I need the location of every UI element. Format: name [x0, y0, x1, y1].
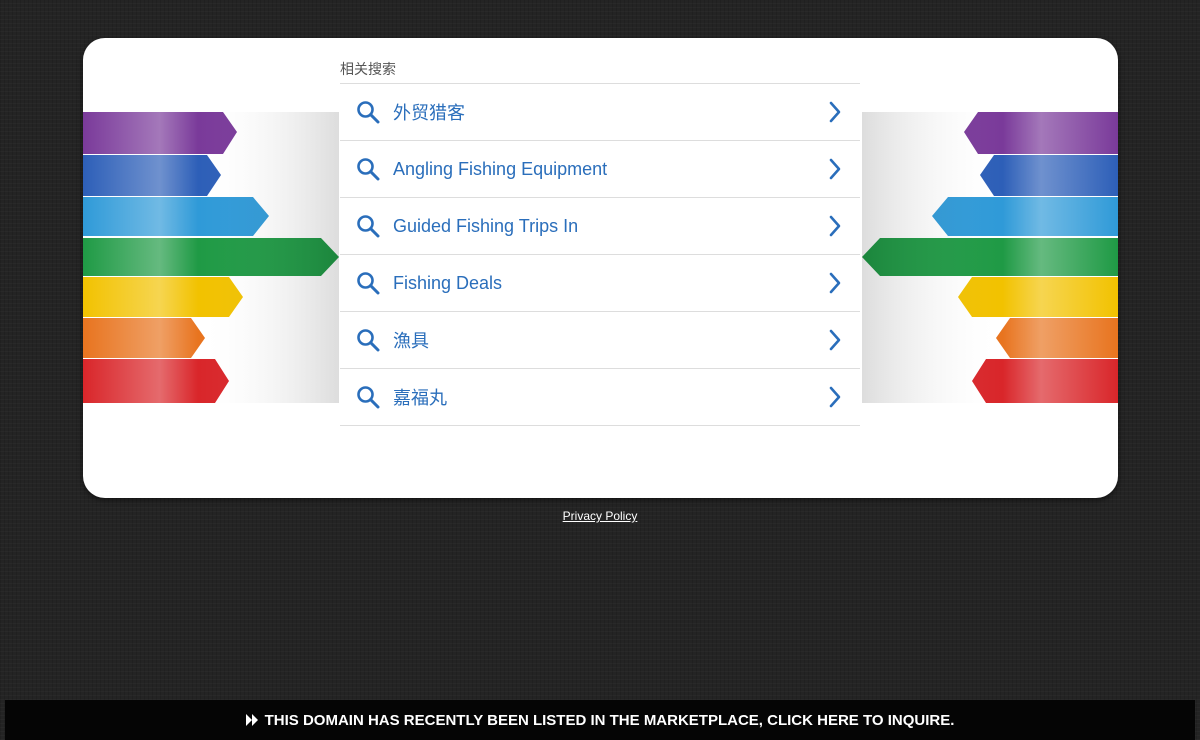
search-card: 相关搜索 外贸猎客 Angling Fishing Equipment Guided…	[83, 38, 1118, 498]
privacy-area: Privacy Policy	[0, 507, 1200, 525]
chevron-right-icon	[829, 158, 841, 180]
result-list: 外贸猎客 Angling Fishing Equipment Guided Fish…	[340, 84, 860, 426]
left-ribbons-graphic	[83, 112, 339, 403]
chevron-right-icon	[829, 215, 841, 237]
related-searches-heading: 相关搜索	[340, 56, 860, 84]
result-label: Guided Fishing Trips In	[393, 215, 579, 236]
result-label: 嘉福丸	[393, 388, 447, 408]
result-row[interactable]: 嘉福丸	[340, 369, 860, 426]
right-ribbons-graphic	[862, 112, 1118, 403]
search-icon	[357, 158, 380, 181]
result-row[interactable]: 漁具	[340, 312, 860, 369]
result-label: Angling Fishing Equipment	[393, 158, 608, 179]
search-icon	[357, 101, 380, 124]
banner-text: THIS DOMAIN HAS RECENTLY BEEN LISTED IN …	[264, 711, 955, 729]
chevron-right-icon	[829, 272, 841, 294]
result-label: 漁具	[393, 331, 429, 351]
result-row[interactable]: Fishing Deals	[340, 255, 860, 312]
chevron-right-icon	[829, 101, 841, 123]
related-searches: 相关搜索 外贸猎客 Angling Fishing Equipment Guided…	[340, 56, 860, 426]
result-row[interactable]: Angling Fishing Equipment	[340, 141, 860, 198]
search-icon	[357, 272, 380, 295]
result-label: 外贸猎客	[393, 103, 465, 123]
marketplace-banner[interactable]: THIS DOMAIN HAS RECENTLY BEEN LISTED IN …	[5, 700, 1195, 740]
privacy-policy-link[interactable]: Privacy Policy	[563, 509, 638, 523]
chevron-right-icon	[829, 386, 841, 408]
search-icon	[357, 386, 380, 409]
search-icon	[357, 215, 380, 238]
result-row[interactable]: 外贸猎客	[340, 84, 860, 141]
double-arrow-icon	[245, 714, 258, 726]
chevron-right-icon	[829, 329, 841, 351]
result-label: Fishing Deals	[393, 272, 503, 293]
search-icon	[357, 329, 380, 352]
result-row[interactable]: Guided Fishing Trips In	[340, 198, 860, 255]
